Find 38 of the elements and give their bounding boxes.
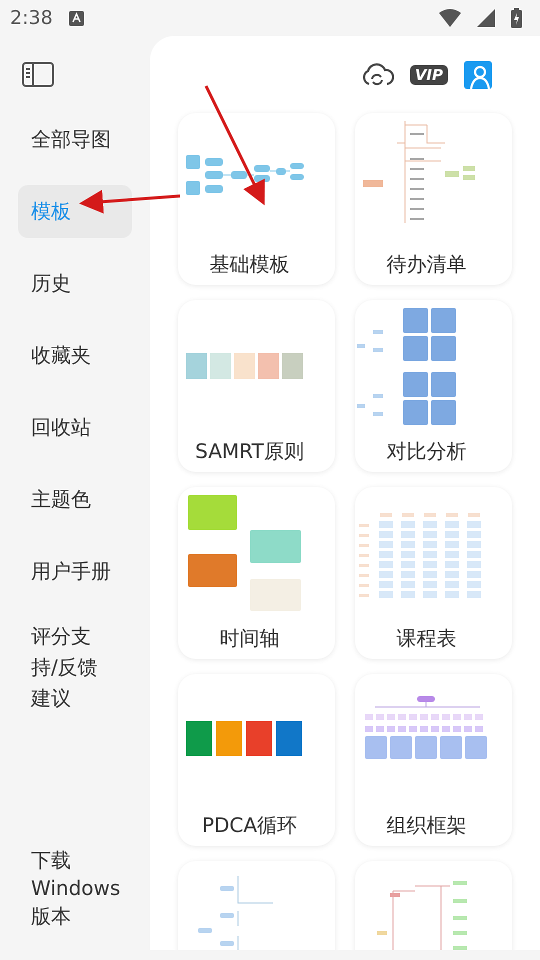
sidebar-item[interactable]: 回收站 (18, 401, 132, 454)
template-title: 基础模板 (210, 251, 290, 278)
template-title: SAMRT原则 (195, 438, 305, 465)
org-chart-node (390, 736, 412, 759)
template-card[interactable]: 课程表 (355, 487, 512, 659)
template-card[interactable]: 时间轴 (178, 487, 335, 659)
template-card[interactable]: 组织框架 (355, 674, 512, 846)
download-windows-link[interactable]: 下载 Windows 版本 (18, 846, 132, 930)
template-card[interactable]: SAMRT原则 (178, 300, 335, 472)
org-chart-root-node (417, 696, 435, 702)
keyboard-notification-icon (68, 10, 84, 26)
template-title: 组织框架 (386, 812, 468, 839)
battery-icon (511, 8, 522, 28)
template-title: 对比分析 (386, 438, 468, 465)
wifi-icon (439, 9, 461, 27)
status-time: 2:38 (10, 7, 53, 29)
org-chart-node (465, 736, 487, 759)
template-card[interactable]: 对比分析 (355, 300, 512, 472)
template-title: 时间轴 (220, 625, 280, 652)
template-card[interactable]: PDCA循环 (178, 674, 335, 846)
org-chart-node (415, 736, 437, 759)
sidebar-item[interactable]: 全部导图 (18, 113, 132, 166)
sidebar-item[interactable]: 用户手册 (18, 545, 132, 598)
template-title: 待办清单 (386, 251, 468, 278)
vip-badge[interactable]: VIP (410, 64, 448, 84)
org-chart-node (365, 736, 387, 759)
sidebar-item[interactable]: 主题色 (18, 473, 132, 526)
sidebar-item[interactable]: 收藏夹 (18, 329, 132, 382)
template-card[interactable]: 待办清单 (355, 113, 512, 285)
org-chart-node (440, 736, 462, 759)
template-title: 课程表 (396, 625, 458, 652)
template-title: PDCA循环 (202, 812, 298, 839)
sidebar-item[interactable]: 历史 (18, 257, 132, 310)
user-avatar-icon[interactable] (464, 60, 492, 88)
signal-icon (477, 9, 495, 27)
sidebar-toggle-icon[interactable] (22, 62, 54, 87)
sidebar-item[interactable]: 评分支 持/反馈 建议 (18, 617, 132, 718)
template-card[interactable]: 基础模板 (178, 113, 335, 285)
